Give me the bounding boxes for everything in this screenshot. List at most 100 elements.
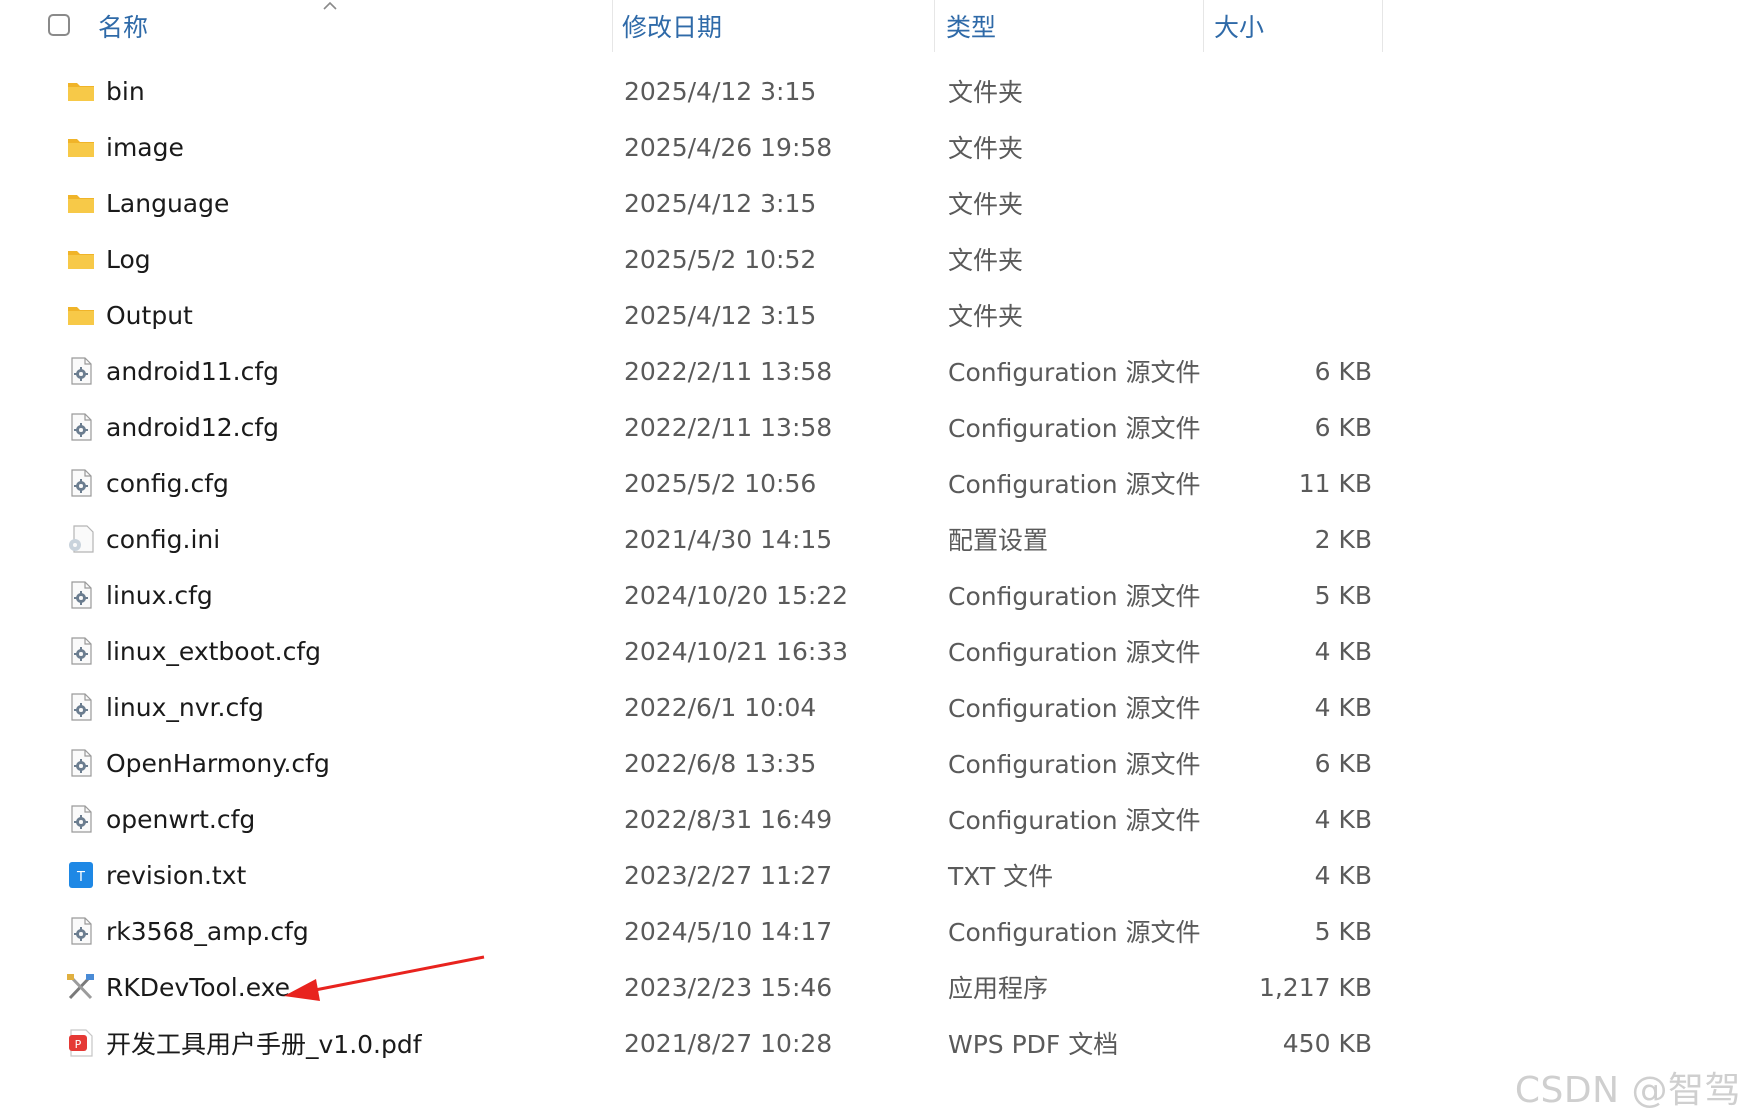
file-row[interactable]: openwrt.cfg 2022/8/31 16:49 Configuration … <box>0 791 1390 847</box>
file-name: linux.cfg <box>106 580 213 610</box>
file-row[interactable]: OpenHarmony.cfg 2022/6/8 13:35 Configurati… <box>0 735 1390 791</box>
file-row[interactable]: config.cfg 2025/5/2 10:56 Configuration 源文… <box>0 455 1390 511</box>
file-row[interactable]: Log 2025/5/2 10:52 文件夹 <box>0 231 1390 287</box>
file-date-modified: 2025/5/2 10:52 <box>624 244 817 274</box>
config-file-icon <box>66 637 96 665</box>
file-row[interactable]: Output 2025/4/12 3:15 文件夹 <box>0 287 1390 343</box>
file-date-modified: 2022/6/8 13:35 <box>624 748 817 778</box>
file-type: 文件夹 <box>948 302 1024 331</box>
file-row[interactable]: Language 2025/4/12 3:15 文件夹 <box>0 175 1390 231</box>
file-type: 文件夹 <box>948 134 1024 163</box>
file-name: android12.cfg <box>106 412 280 442</box>
folder-icon <box>66 133 96 161</box>
column-separator[interactable] <box>612 0 613 52</box>
file-size: 6 KB <box>1314 356 1372 386</box>
folder-icon <box>66 189 96 217</box>
file-row[interactable]: bin 2025/4/12 3:15 文件夹 <box>0 63 1390 119</box>
folder-icon <box>66 301 96 329</box>
select-all-checkbox[interactable] <box>48 14 70 36</box>
file-size <box>1230 119 1372 175</box>
file-name: bin <box>106 76 145 106</box>
svg-text:P: P <box>75 1038 82 1051</box>
column-header-row: 名称 修改日期 类型 大小 <box>0 0 1390 52</box>
file-name: image <box>106 132 184 162</box>
file-type: Configuration 源文件 <box>948 694 1201 723</box>
file-name: android11.cfg <box>106 356 280 386</box>
file-name: config.cfg <box>106 468 229 498</box>
file-size <box>1230 63 1372 119</box>
annotation-arrow-icon <box>284 955 485 1001</box>
folder-icon <box>66 245 96 273</box>
file-size: 5 KB <box>1314 916 1372 946</box>
file-size <box>1230 175 1372 231</box>
column-header-date-modified[interactable]: 修改日期 <box>622 0 932 52</box>
file-type: Configuration 源文件 <box>948 638 1201 667</box>
config-file-icon <box>66 413 96 441</box>
file-row[interactable]: rk3568_amp.cfg 2024/5/10 14:17 Configurati… <box>0 903 1390 959</box>
file-size: 11 KB <box>1298 468 1372 498</box>
file-row[interactable]: config.ini 2021/4/30 14:15 配置设置 2 KB <box>0 511 1390 567</box>
file-size: 2 KB <box>1314 524 1372 554</box>
file-date-modified: 2024/5/10 14:17 <box>624 916 833 946</box>
file-date-modified: 2022/8/31 16:49 <box>624 804 833 834</box>
file-name: RKDevTool.exe <box>106 972 291 1002</box>
file-row[interactable]: android12.cfg 2022/2/11 13:58 Configuratio… <box>0 399 1390 455</box>
config-file-icon <box>66 693 96 721</box>
watermark: CSDN @智驾 <box>1514 1070 1741 1111</box>
file-row[interactable]: linux_extboot.cfg 2024/10/21 16:33 Configu… <box>0 623 1390 679</box>
config-file-icon <box>66 357 96 385</box>
file-name: Log <box>106 244 151 274</box>
file-name: Output <box>106 300 193 330</box>
file-name: openwrt.cfg <box>106 804 256 834</box>
file-type: 文件夹 <box>948 78 1024 107</box>
file-size: 5 KB <box>1314 580 1372 610</box>
file-name: revision.txt <box>106 860 247 890</box>
file-size: 450 KB <box>1282 1028 1372 1058</box>
file-name: linux_nvr.cfg <box>106 692 264 722</box>
file-date-modified: 2023/2/27 11:27 <box>624 860 833 890</box>
file-row[interactable]: linux_nvr.cfg 2022/6/1 10:04 Configuration… <box>0 679 1390 735</box>
file-date-modified: 2025/4/12 3:15 <box>624 188 817 218</box>
file-type: Configuration 源文件 <box>948 750 1201 779</box>
file-name: rk3568_amp.cfg <box>106 916 309 946</box>
file-date-modified: 2022/2/11 13:58 <box>624 356 833 386</box>
file-size: 1,217 KB <box>1258 972 1372 1002</box>
file-row[interactable]: android11.cfg 2022/2/11 13:58 Configuratio… <box>0 343 1390 399</box>
ini-file-icon <box>66 525 96 553</box>
svg-text:T: T <box>76 870 85 885</box>
config-file-icon <box>66 749 96 777</box>
file-date-modified: 2022/6/1 10:04 <box>624 692 817 722</box>
column-header-type[interactable]: 类型 <box>946 0 1206 52</box>
file-date-modified: 2023/2/23 15:46 <box>624 972 833 1002</box>
file-name: config.ini <box>106 524 221 554</box>
file-date-modified: 2025/4/12 3:15 <box>624 76 817 106</box>
pdf-file-icon: P <box>66 1029 96 1057</box>
file-date-modified: 2022/2/11 13:58 <box>624 412 833 442</box>
text-file-icon: T <box>66 861 96 889</box>
column-separator[interactable] <box>934 0 935 52</box>
column-separator[interactable] <box>1203 0 1204 52</box>
file-date-modified: 2024/10/21 16:33 <box>624 636 849 666</box>
file-type: 文件夹 <box>948 190 1024 219</box>
file-type: Configuration 源文件 <box>948 358 1201 387</box>
config-file-icon <box>66 469 96 497</box>
file-size <box>1230 287 1372 343</box>
file-explorer-window: 名称 修改日期 类型 大小 bin 2025/4/12 3:15 文件夹 image 2… <box>0 0 1749 1115</box>
file-type: 应用程序 <box>948 974 1049 1003</box>
file-list: bin 2025/4/12 3:15 文件夹 image 2025/4/26 19:58… <box>0 63 1390 1071</box>
column-header-name[interactable]: 名称 <box>98 0 610 52</box>
file-row[interactable]: P 开发工具用户手册_v1.0.pdf 2021/8/27 10:28 WPS PDF… <box>0 1015 1390 1071</box>
column-separator[interactable] <box>1382 0 1383 52</box>
file-row[interactable]: linux.cfg 2024/10/20 15:22 Configuration 源… <box>0 567 1390 623</box>
file-row[interactable]: RKDevTool.exe 2023/2/23 15:46 应用程序 1,217 KB <box>0 959 1390 1015</box>
file-name: linux_extboot.cfg <box>106 636 322 666</box>
file-row[interactable]: image 2025/4/26 19:58 文件夹 <box>0 119 1390 175</box>
file-type: Configuration 源文件 <box>948 806 1201 835</box>
file-type: TXT 文件 <box>948 862 1054 891</box>
file-type: Configuration 源文件 <box>948 918 1201 947</box>
file-row[interactable]: Trevision.txt 2023/2/27 11:27 TXT 文件 4 KB <box>0 847 1390 903</box>
file-size: 6 KB <box>1314 748 1372 778</box>
file-date-modified: 2025/4/26 19:58 <box>624 132 833 162</box>
config-file-icon <box>66 917 96 945</box>
column-header-size[interactable]: 大小 <box>1214 0 1374 52</box>
